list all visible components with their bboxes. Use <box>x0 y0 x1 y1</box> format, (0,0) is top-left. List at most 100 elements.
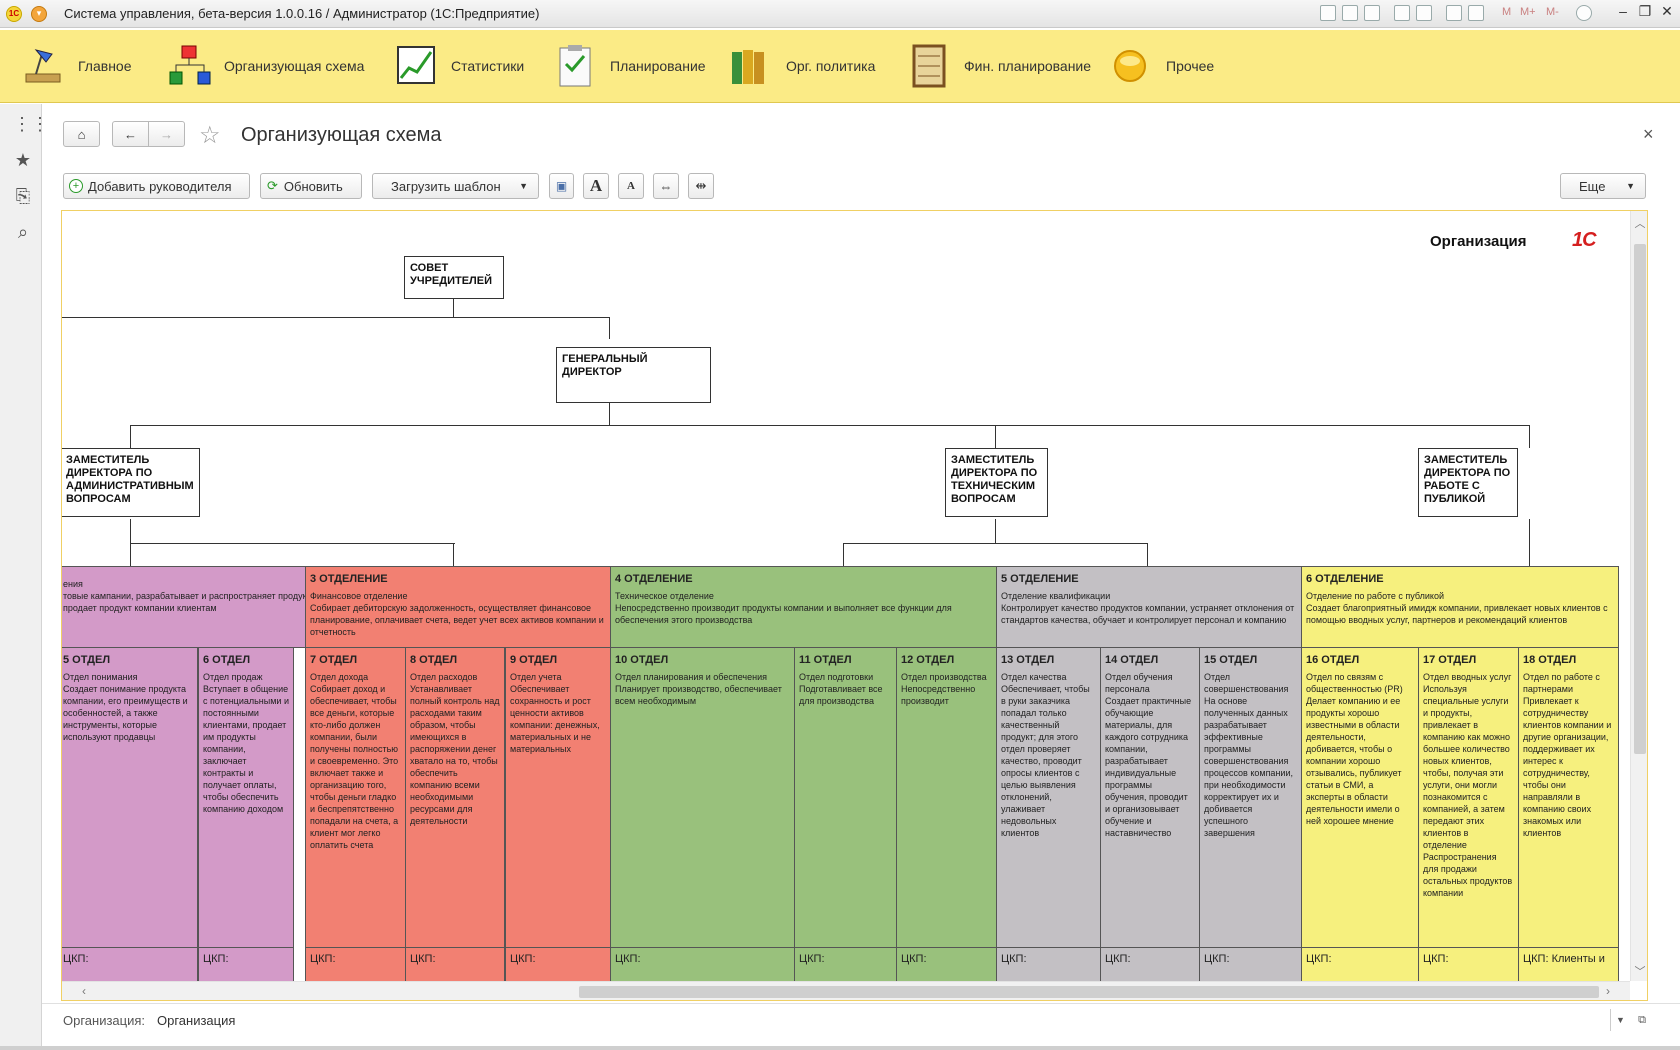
otdel-body: Отдел вводных услуг Используя специальны… <box>1423 672 1513 898</box>
otdel-ckp: ЦКП: <box>62 947 198 981</box>
arrow-right-icon: → <box>160 126 173 142</box>
favorite-star-icon[interactable]: ☆ <box>199 121 221 150</box>
calendar-icon[interactable] <box>1468 5 1484 21</box>
collapse-width-button[interactable]: ⇹ <box>688 173 714 199</box>
department-5[interactable]: 5 ОТДЕЛЕНИЕ Отделение квалификации Контр… <box>996 566 1302 648</box>
add-manager-button[interactable]: + Добавить руководителя <box>63 173 250 199</box>
main-menu-icon[interactable]: ▾ <box>31 6 47 22</box>
otdel-16[interactable]: 16 ОТДЕЛ Отдел по связям с общественность… <box>1301 647 1419 948</box>
section-other[interactable]: Прочее <box>1110 41 1214 91</box>
otdel-ckp: ЦКП: <box>1301 947 1419 981</box>
memory-minus-button[interactable]: M- <box>1546 6 1559 18</box>
section-planning[interactable]: Планирование <box>554 41 706 91</box>
history-icon[interactable]: ⎘ <box>13 186 33 206</box>
deputy-tech-box[interactable]: ЗАМЕСТИТЕЛЬ ДИРЕКТОРА ПО ТЕХНИЧЕСКИМ ВОП… <box>945 448 1048 517</box>
otdel-body: Отдел дохода Собирает доход и обеспечива… <box>310 672 399 850</box>
save-icon[interactable] <box>1320 5 1336 21</box>
otdel-6[interactable]: 6 ОТДЕЛ Отдел продаж Вступает в общение с… <box>198 647 294 948</box>
print-icon[interactable] <box>1342 5 1358 21</box>
increase-font-button[interactable]: A <box>583 173 609 199</box>
connector <box>453 299 454 317</box>
otdel-title: 5 ОТДЕЛ <box>63 654 111 666</box>
vertical-scrollbar[interactable]: ︿ ﹀ <box>1630 211 1647 981</box>
otdel-18[interactable]: 18 ОТДЕЛ Отдел по работе с партнерами При… <box>1518 647 1619 948</box>
section-label: Организующая схема <box>224 58 365 74</box>
otdel-12[interactable]: 12 ОТДЕЛ Отдел производства Непосредствен… <box>896 647 997 948</box>
otdel-body: Отдел по работе с партнерами Привлекает … <box>1523 672 1612 838</box>
home-button[interactable]: ⌂ <box>63 121 100 147</box>
scroll-down-icon[interactable]: ﹀ <box>1634 963 1646 979</box>
chevron-down-icon[interactable]: ▼ <box>1610 1009 1630 1031</box>
close-form-icon[interactable]: × <box>1643 124 1654 145</box>
otdel-11[interactable]: 11 ОТДЕЛ Отдел подготовки Подготавливает … <box>794 647 897 948</box>
section-label: Орг. политика <box>786 58 876 74</box>
scroll-left-icon[interactable]: ‹ <box>82 984 86 998</box>
section-statistics[interactable]: Статистики <box>395 41 524 91</box>
deputy-public-box[interactable]: ЗАМЕСТИТЕЛЬ ДИРЕКТОРА ПО РАБОТЕ С ПУБЛИК… <box>1418 448 1518 517</box>
save-scheme-button[interactable]: ▣ <box>549 173 574 199</box>
section-org-scheme[interactable]: Организующая схема <box>168 41 364 91</box>
otdel-body: Отдел качества Обеспечивает, чтобы в рук… <box>1001 672 1090 838</box>
otdel-7[interactable]: 7 ОТДЕЛ Отдел дохода Собирает доход и обе… <box>305 647 406 948</box>
otdel-17[interactable]: 17 ОТДЕЛ Отдел вводных услуг Используя сп… <box>1418 647 1519 948</box>
council-box[interactable]: СОВЕТ УЧРЕДИТЕЛЕЙ <box>404 256 504 299</box>
organization-field-label: Организация: <box>63 1013 146 1028</box>
refresh-label: Обновить <box>283 178 343 194</box>
otdel-14[interactable]: 14 ОТДЕЛ Отдел обучения персонала Создает… <box>1100 647 1200 948</box>
deputy-admin-box[interactable]: ЗАМЕСТИТЕЛЬ ДИРЕКТОРА ПО АДМИНИСТРАТИВНЫ… <box>62 448 200 517</box>
apps-grid-icon[interactable]: ⋮⋮ <box>13 114 49 134</box>
history-icon[interactable] <box>1416 5 1432 21</box>
department-desc: Создает благоприятный имидж компании, пр… <box>1306 603 1608 625</box>
scroll-up-icon[interactable]: ︿ <box>1634 215 1646 231</box>
window-bottom-edge <box>0 1046 1680 1050</box>
1c-logo-icon[interactable]: 1С <box>6 6 22 22</box>
organization-field-input[interactable]: Организация <box>157 1013 235 1028</box>
department-title: 3 ОТДЕЛЕНИЕ <box>310 573 388 585</box>
otdel-9[interactable]: 9 ОТДЕЛ Отдел учета Обеспечивает сохранно… <box>505 647 611 948</box>
forward-button[interactable]: → <box>148 121 185 147</box>
otdel-5[interactable]: 5 ОТДЕЛ Отдел понимания Создает понимание… <box>62 647 198 948</box>
connector <box>130 425 131 448</box>
close-window-icon[interactable]: ✕ <box>1658 3 1676 20</box>
favorites-add-icon[interactable] <box>1394 5 1410 21</box>
memory-plus-button[interactable]: M+ <box>1520 6 1536 18</box>
connector <box>609 403 610 425</box>
search-icon[interactable]: ⌕ <box>13 222 33 242</box>
back-button[interactable]: ← <box>112 121 149 147</box>
open-icon[interactable]: ⧉ <box>1634 1009 1650 1031</box>
section-main[interactable]: Главное <box>22 41 132 91</box>
add-manager-label: Добавить руководителя <box>88 178 232 194</box>
decrease-font-button[interactable]: A <box>618 173 644 199</box>
info-icon[interactable] <box>1576 5 1592 21</box>
more-dropdown[interactable]: Еще ▼ <box>1560 173 1646 199</box>
department-6[interactable]: 6 ОТДЕЛЕНИЕ Отделение по работе с публик… <box>1301 566 1619 648</box>
scroll-right-icon[interactable]: › <box>1606 984 1610 998</box>
otdel-title: 10 ОТДЕЛ <box>615 654 669 666</box>
ceo-box[interactable]: ГЕНЕРАЛЬНЫЙ ДИРЕКТОР <box>556 347 711 403</box>
otdel-13[interactable]: 13 ОТДЕЛ Отдел качества Обеспечивает, что… <box>996 647 1101 948</box>
section-fin-planning[interactable]: Фин. планирование <box>908 41 1091 91</box>
otdel-15[interactable]: 15 ОТДЕЛ Отдел совершенствования На основ… <box>1199 647 1302 948</box>
collapse-horizontal-icon: ⇹ <box>695 178 707 193</box>
vertical-scroll-thumb[interactable] <box>1634 244 1646 754</box>
memory-m-button[interactable]: M <box>1502 6 1511 18</box>
otdel-10[interactable]: 10 ОТДЕЛ Отдел планирования и обеспечения… <box>610 647 795 948</box>
form-footer: Организация: Организация ▼ ⧉ <box>42 1003 1680 1036</box>
calculator-icon[interactable] <box>1446 5 1462 21</box>
maximize-icon[interactable]: ❐ <box>1636 3 1654 20</box>
expand-width-button[interactable]: ⇔ <box>653 173 679 199</box>
favorites-star-icon[interactable]: ★ <box>13 150 33 170</box>
department-4[interactable]: 4 ОТДЕЛЕНИЕ Техническое отделение Непоср… <box>610 566 997 648</box>
refresh-button[interactable]: ⟳ Обновить <box>260 173 362 199</box>
department-3[interactable]: 3 ОТДЕЛЕНИЕ Финансовое отделение Собирае… <box>305 566 611 648</box>
horizontal-scrollbar[interactable]: ‹ › <box>62 981 1630 1000</box>
org-chart-area[interactable]: Организация 1С СОВЕТ УЧРЕДИТЕЛЕЙ ГЕНЕРАЛ… <box>61 210 1648 1001</box>
horizontal-scroll-thumb[interactable] <box>579 986 1599 998</box>
minimize-icon[interactable]: – <box>1614 3 1632 19</box>
otdel-8[interactable]: 8 ОТДЕЛ Отдел расходов Устанавливает полн… <box>405 647 505 948</box>
section-org-policy[interactable]: Орг. политика <box>730 41 875 91</box>
font-large-icon: A <box>589 176 603 195</box>
otdel-title: 18 ОТДЕЛ <box>1523 654 1577 666</box>
print-preview-icon[interactable] <box>1364 5 1380 21</box>
load-template-dropdown[interactable]: Загрузить шаблон ▼ <box>372 173 539 199</box>
